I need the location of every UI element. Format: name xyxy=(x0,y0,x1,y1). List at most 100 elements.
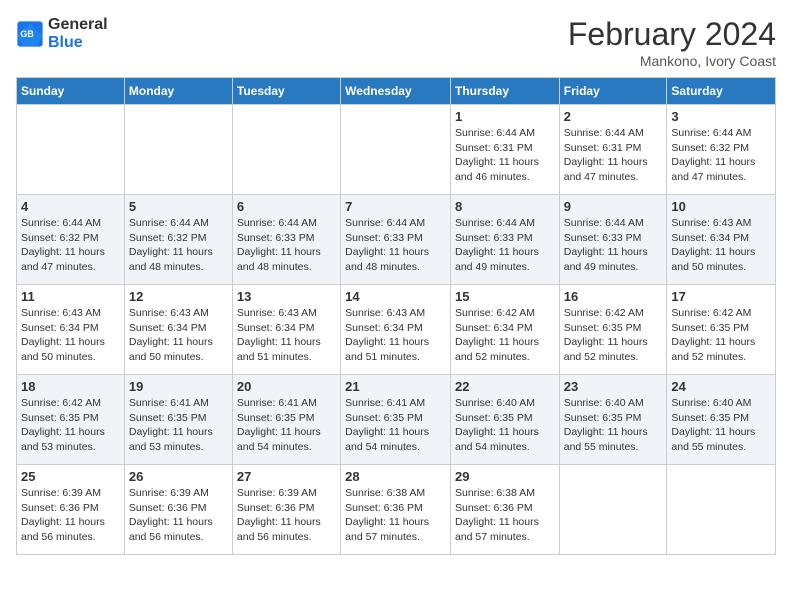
logo: GB General Blue xyxy=(16,16,108,51)
day-number: 8 xyxy=(455,199,555,214)
calendar-cell: 17 Sunrise: 6:42 AM Sunset: 6:35 PM Dayli… xyxy=(667,285,776,375)
logo-text: General Blue xyxy=(48,16,108,51)
calendar-cell: 27 Sunrise: 6:39 AM Sunset: 6:36 PM Dayli… xyxy=(232,465,340,555)
svg-text:GB: GB xyxy=(20,28,34,38)
day-number: 29 xyxy=(455,469,555,484)
calendar-cell xyxy=(17,105,125,195)
day-number: 13 xyxy=(237,289,336,304)
day-number: 10 xyxy=(671,199,771,214)
day-info: Sunrise: 6:44 AM Sunset: 6:33 PM Dayligh… xyxy=(455,216,555,275)
day-number: 25 xyxy=(21,469,120,484)
col-header-wednesday: Wednesday xyxy=(341,78,451,105)
calendar-cell: 23 Sunrise: 6:40 AM Sunset: 6:35 PM Dayli… xyxy=(559,375,667,465)
col-header-thursday: Thursday xyxy=(450,78,559,105)
calendar-table: SundayMondayTuesdayWednesdayThursdayFrid… xyxy=(16,77,776,555)
day-info: Sunrise: 6:39 AM Sunset: 6:36 PM Dayligh… xyxy=(237,486,336,545)
day-info: Sunrise: 6:42 AM Sunset: 6:35 PM Dayligh… xyxy=(564,306,663,365)
day-number: 9 xyxy=(564,199,663,214)
day-info: Sunrise: 6:43 AM Sunset: 6:34 PM Dayligh… xyxy=(671,216,771,275)
day-number: 19 xyxy=(129,379,228,394)
day-info: Sunrise: 6:40 AM Sunset: 6:35 PM Dayligh… xyxy=(671,396,771,455)
calendar-cell: 16 Sunrise: 6:42 AM Sunset: 6:35 PM Dayli… xyxy=(559,285,667,375)
day-info: Sunrise: 6:44 AM Sunset: 6:31 PM Dayligh… xyxy=(564,126,663,185)
day-info: Sunrise: 6:44 AM Sunset: 6:32 PM Dayligh… xyxy=(671,126,771,185)
calendar-cell: 4 Sunrise: 6:44 AM Sunset: 6:32 PM Daylig… xyxy=(17,195,125,285)
day-number: 22 xyxy=(455,379,555,394)
day-info: Sunrise: 6:39 AM Sunset: 6:36 PM Dayligh… xyxy=(21,486,120,545)
day-info: Sunrise: 6:38 AM Sunset: 6:36 PM Dayligh… xyxy=(455,486,555,545)
calendar-cell: 25 Sunrise: 6:39 AM Sunset: 6:36 PM Dayli… xyxy=(17,465,125,555)
day-info: Sunrise: 6:41 AM Sunset: 6:35 PM Dayligh… xyxy=(237,396,336,455)
day-number: 15 xyxy=(455,289,555,304)
day-number: 23 xyxy=(564,379,663,394)
day-number: 11 xyxy=(21,289,120,304)
day-info: Sunrise: 6:43 AM Sunset: 6:34 PM Dayligh… xyxy=(129,306,228,365)
calendar-cell: 19 Sunrise: 6:41 AM Sunset: 6:35 PM Dayli… xyxy=(124,375,232,465)
day-info: Sunrise: 6:43 AM Sunset: 6:34 PM Dayligh… xyxy=(21,306,120,365)
day-info: Sunrise: 6:42 AM Sunset: 6:35 PM Dayligh… xyxy=(21,396,120,455)
day-number: 3 xyxy=(671,109,771,124)
calendar-cell: 8 Sunrise: 6:44 AM Sunset: 6:33 PM Daylig… xyxy=(450,195,559,285)
col-header-tuesday: Tuesday xyxy=(232,78,340,105)
col-header-friday: Friday xyxy=(559,78,667,105)
col-header-sunday: Sunday xyxy=(17,78,125,105)
day-number: 21 xyxy=(345,379,446,394)
calendar-cell: 5Sunrise: 6:44 AM Sunset: 6:32 PM Daylig… xyxy=(124,195,232,285)
calendar-cell: 10 Sunrise: 6:43 AM Sunset: 6:34 PM Dayli… xyxy=(667,195,776,285)
day-number: 14 xyxy=(345,289,446,304)
day-info: Sunrise: 6:44 AM Sunset: 6:32 PM Dayligh… xyxy=(21,216,120,275)
day-info: Sunrise: 6:44 AM Sunset: 6:33 PM Dayligh… xyxy=(564,216,663,275)
calendar-cell xyxy=(124,105,232,195)
calendar-cell: 7 Sunrise: 6:44 AM Sunset: 6:33 PM Daylig… xyxy=(341,195,451,285)
day-number: 17 xyxy=(671,289,771,304)
logo-icon: GB xyxy=(16,20,44,48)
day-info: Sunrise: 6:41 AM Sunset: 6:35 PM Dayligh… xyxy=(129,396,228,455)
calendar-cell xyxy=(232,105,340,195)
col-header-saturday: Saturday xyxy=(667,78,776,105)
calendar-week-row: 25 Sunrise: 6:39 AM Sunset: 6:36 PM Dayli… xyxy=(17,465,776,555)
calendar-cell: 28 Sunrise: 6:38 AM Sunset: 6:36 PM Dayli… xyxy=(341,465,451,555)
calendar-cell: 29 Sunrise: 6:38 AM Sunset: 6:36 PM Dayli… xyxy=(450,465,559,555)
day-info: Sunrise: 6:40 AM Sunset: 6:35 PM Dayligh… xyxy=(564,396,663,455)
calendar-cell: 11 Sunrise: 6:43 AM Sunset: 6:34 PM Dayli… xyxy=(17,285,125,375)
day-info: Sunrise: 6:42 AM Sunset: 6:34 PM Dayligh… xyxy=(455,306,555,365)
calendar-cell: 14 Sunrise: 6:43 AM Sunset: 6:34 PM Dayli… xyxy=(341,285,451,375)
day-info: Sunrise: 6:40 AM Sunset: 6:35 PM Dayligh… xyxy=(455,396,555,455)
month-year-title: February 2024 xyxy=(568,16,776,53)
col-header-monday: Monday xyxy=(124,78,232,105)
calendar-week-row: 11 Sunrise: 6:43 AM Sunset: 6:34 PM Dayli… xyxy=(17,285,776,375)
day-number: 4 xyxy=(21,199,120,214)
day-info: Sunrise: 6:43 AM Sunset: 6:34 PM Dayligh… xyxy=(345,306,446,365)
calendar-cell: 9 Sunrise: 6:44 AM Sunset: 6:33 PM Daylig… xyxy=(559,195,667,285)
calendar-cell: 18 Sunrise: 6:42 AM Sunset: 6:35 PM Dayli… xyxy=(17,375,125,465)
day-number: 7 xyxy=(345,199,446,214)
calendar-cell: 20Sunrise: 6:41 AM Sunset: 6:35 PM Dayli… xyxy=(232,375,340,465)
calendar-week-row: 4 Sunrise: 6:44 AM Sunset: 6:32 PM Daylig… xyxy=(17,195,776,285)
calendar-cell: 3 Sunrise: 6:44 AM Sunset: 6:32 PM Daylig… xyxy=(667,105,776,195)
day-number: 12 xyxy=(129,289,228,304)
calendar-cell: 26 Sunrise: 6:39 AM Sunset: 6:36 PM Dayli… xyxy=(124,465,232,555)
calendar-cell: 1Sunrise: 6:44 AM Sunset: 6:31 PM Daylig… xyxy=(450,105,559,195)
day-number: 18 xyxy=(21,379,120,394)
day-number: 27 xyxy=(237,469,336,484)
day-number: 26 xyxy=(129,469,228,484)
day-info: Sunrise: 6:41 AM Sunset: 6:35 PM Dayligh… xyxy=(345,396,446,455)
calendar-week-row: 18 Sunrise: 6:42 AM Sunset: 6:35 PM Dayli… xyxy=(17,375,776,465)
day-info: Sunrise: 6:38 AM Sunset: 6:36 PM Dayligh… xyxy=(345,486,446,545)
calendar-cell: 15 Sunrise: 6:42 AM Sunset: 6:34 PM Dayli… xyxy=(450,285,559,375)
calendar-cell: 24Sunrise: 6:40 AM Sunset: 6:35 PM Dayli… xyxy=(667,375,776,465)
calendar-week-row: 1Sunrise: 6:44 AM Sunset: 6:31 PM Daylig… xyxy=(17,105,776,195)
day-number: 28 xyxy=(345,469,446,484)
day-info: Sunrise: 6:43 AM Sunset: 6:34 PM Dayligh… xyxy=(237,306,336,365)
page-header: GB General Blue February 2024 Mankono, I… xyxy=(16,16,776,69)
day-info: Sunrise: 6:44 AM Sunset: 6:32 PM Dayligh… xyxy=(129,216,228,275)
day-number: 16 xyxy=(564,289,663,304)
day-info: Sunrise: 6:39 AM Sunset: 6:36 PM Dayligh… xyxy=(129,486,228,545)
calendar-cell: 6Sunrise: 6:44 AM Sunset: 6:33 PM Daylig… xyxy=(232,195,340,285)
calendar-header-row: SundayMondayTuesdayWednesdayThursdayFrid… xyxy=(17,78,776,105)
calendar-cell: 22 Sunrise: 6:40 AM Sunset: 6:35 PM Dayli… xyxy=(450,375,559,465)
day-number: 6 xyxy=(237,199,336,214)
day-info: Sunrise: 6:42 AM Sunset: 6:35 PM Dayligh… xyxy=(671,306,771,365)
calendar-cell xyxy=(341,105,451,195)
day-info: Sunrise: 6:44 AM Sunset: 6:33 PM Dayligh… xyxy=(345,216,446,275)
